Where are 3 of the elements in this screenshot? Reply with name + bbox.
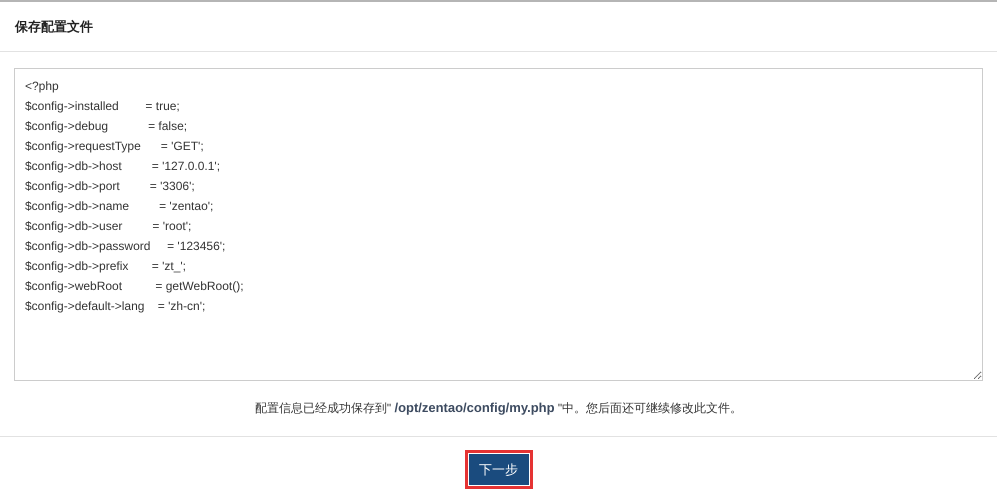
save-message: 配置信息已经成功保存到" /opt/zentao/config/my.php "中。您后面还可继续修改此文件。: [254, 399, 744, 417]
panel-title: 保存配置文件: [15, 18, 93, 36]
config-text-area[interactable]: <?php $config->installed = true; $config->debug = false; $config->requestType = 'GET'; $config->db->host = '127.0.0.1'; $config->db->port = '3306'; $config->db->name = 'zentao'; $config->db->user = 'root'; $config->db->password = '123456'; $config->db->prefix = 'zt_'; $config->webRoot = getWebRoot(); $config->default->lang = 'zh-cn';: [14, 68, 983, 381]
